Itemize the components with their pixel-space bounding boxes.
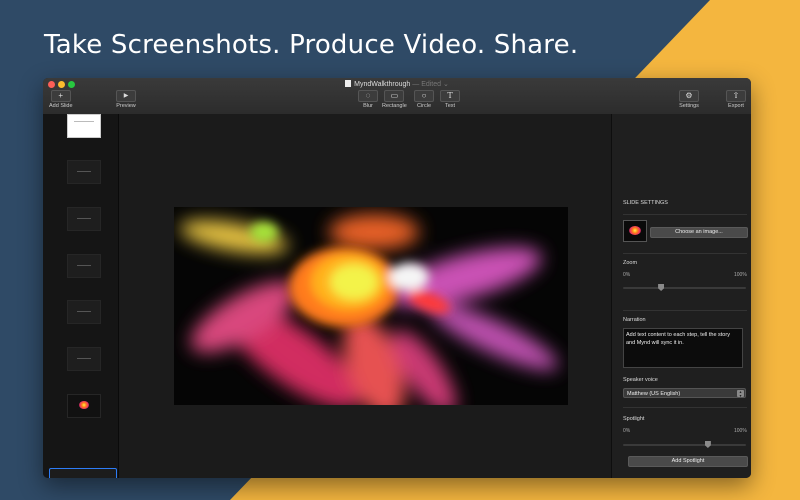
zoom-slider-thumb[interactable] <box>658 284 665 291</box>
choose-image-button[interactable]: Choose an image... <box>650 227 748 238</box>
add-slide-label: Add Slide <box>49 103 73 109</box>
speaker-voice-value: Matthew (US English) <box>627 391 681 397</box>
narration-field[interactable]: Add text content to each step, tell the … <box>623 328 743 368</box>
add-spotlight-button[interactable]: Add Spotlight <box>628 456 748 467</box>
slide-thumbnail[interactable] <box>67 207 101 231</box>
slide-thumbnail[interactable] <box>67 347 101 371</box>
export-button[interactable]: ⇧ Export <box>726 90 746 109</box>
chevron-updown-icon: ▴ ▾ <box>737 390 744 397</box>
speaker-voice-select[interactable]: Matthew (US English) ▴ ▾ <box>623 388 746 398</box>
zoom-slider[interactable] <box>623 287 746 289</box>
toolbar: MyndWalkthrough — Edited ⌄ + Add Slide ▶… <box>43 78 751 115</box>
preview-label: Preview <box>116 103 136 109</box>
slide-thumbnail[interactable] <box>67 254 101 278</box>
add-slide-button[interactable]: + Add Slide <box>49 90 73 109</box>
text-label: Text <box>444 103 456 109</box>
speaker-voice-label: Speaker voice <box>623 377 658 383</box>
spotlight-max-label: 100% <box>734 428 747 434</box>
export-label: Export <box>728 103 744 109</box>
slide-thumbnail[interactable] <box>67 114 101 138</box>
blur-icon: ◌ <box>358 90 378 102</box>
slides-sidebar <box>43 114 119 478</box>
preview-button[interactable]: ▶ Preview <box>116 90 136 109</box>
circle-button[interactable]: ○ Circle <box>414 90 434 109</box>
narration-label: Narration <box>623 317 646 323</box>
plus-icon: + <box>50 90 71 102</box>
inspector-panel: SLIDE SETTINGS Choose an image... Zoom 0… <box>611 114 751 478</box>
spotlight-slider-thumb[interactable] <box>704 441 711 448</box>
circle-label: Circle <box>416 103 432 109</box>
headline: Take Screenshots. Produce Video. Share. <box>44 30 579 60</box>
document-title: MyndWalkthrough — Edited ⌄ <box>43 80 751 88</box>
spotlight-slider[interactable] <box>623 444 746 446</box>
divider <box>623 310 747 311</box>
zoom-min-label: 0% <box>623 272 631 278</box>
rectangle-icon: ▭ <box>384 90 405 102</box>
slide-thumbnail[interactable] <box>67 394 101 418</box>
divider <box>623 214 747 215</box>
zoom-max-label: 100% <box>734 272 747 278</box>
blur-button[interactable]: ◌ Blur <box>358 90 378 109</box>
spotlight-min-label: 0% <box>623 428 631 434</box>
selected-slide-thumbnail[interactable] <box>49 468 117 478</box>
image-well[interactable] <box>623 220 647 242</box>
rectangle-label: Rectangle <box>382 103 407 109</box>
image-preview <box>629 226 641 235</box>
rectangle-button[interactable]: ▭ Rectangle <box>382 90 407 109</box>
divider <box>623 253 747 254</box>
settings-label: Settings <box>679 103 699 109</box>
zoom-label: Zoom <box>623 260 638 266</box>
slide-canvas[interactable] <box>119 114 611 478</box>
slide-settings-heading: SLIDE SETTINGS <box>623 200 668 206</box>
spotlight-label: Spotlight <box>623 416 645 422</box>
settings-button[interactable]: ⚙ Settings <box>679 90 699 109</box>
document-status: — Edited ⌄ <box>412 81 449 88</box>
slide-thumbnail[interactable] <box>67 160 101 184</box>
share-icon: ⇧ <box>726 90 746 102</box>
text-button[interactable]: T Text <box>440 90 460 109</box>
slide-image[interactable] <box>174 207 568 405</box>
blur-label: Blur <box>363 103 373 109</box>
slide-thumbnail[interactable] <box>67 300 101 324</box>
circle-icon: ○ <box>414 90 434 102</box>
divider <box>623 407 747 408</box>
text-icon: T <box>440 90 460 102</box>
app-window: MyndWalkthrough — Edited ⌄ + Add Slide ▶… <box>43 78 751 478</box>
document-icon <box>345 80 352 87</box>
play-icon: ▶ <box>116 90 136 102</box>
document-name: MyndWalkthrough <box>354 81 411 88</box>
gear-icon: ⚙ <box>679 90 699 102</box>
